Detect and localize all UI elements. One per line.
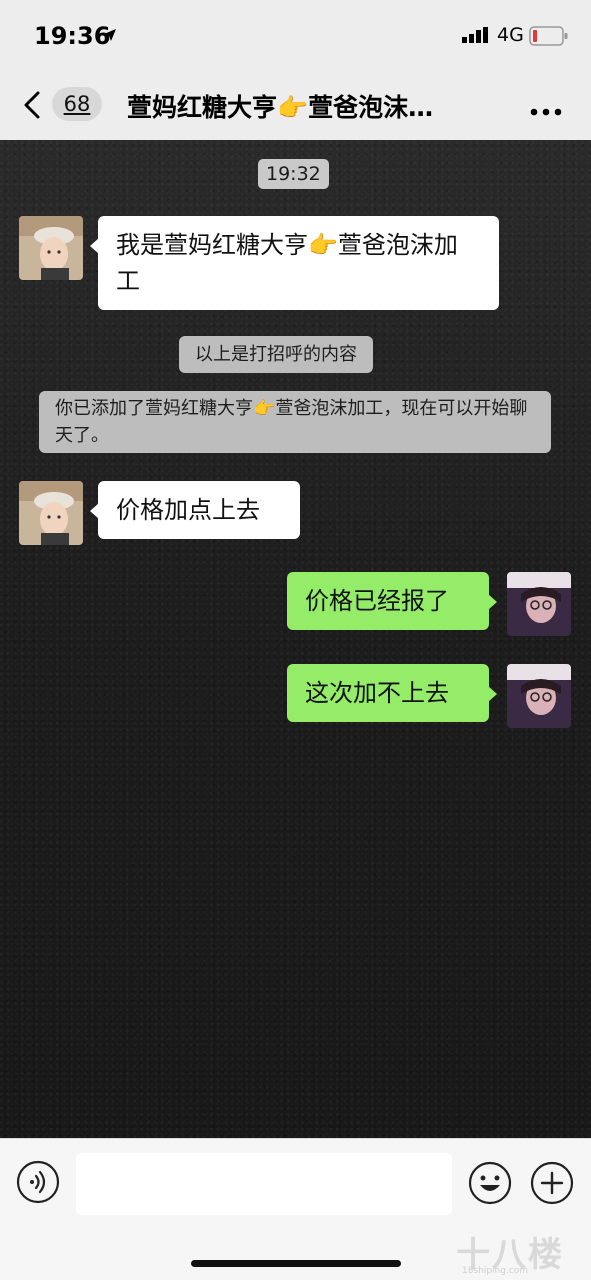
my-avatar[interactable] <box>507 572 571 636</box>
chat-title: 萱妈红糖大亨👉萱爸泡沫… <box>127 93 434 122</box>
system-notice: 以上是打招呼的内容 <box>179 336 373 373</box>
chat-header: 68 萱妈红糖大亨👉萱爸泡沫… <box>0 70 591 140</box>
unread-count-badge[interactable]: 68 <box>52 87 102 121</box>
message-text: 我是萱妈红糖大亨👉萱爸泡沫加工 <box>116 231 458 295</box>
input-bar: 十八楼 18shiping.com <box>0 1138 591 1280</box>
network-type: 4G <box>497 24 524 46</box>
chat-message-area[interactable]: 19:32 我是萱妈红糖大亨👉萱爸泡沫加工 以上是打招呼的内容 你已添加了萱妈红… <box>0 140 591 1138</box>
message-bubble-incoming[interactable]: 我是萱妈红糖大亨👉萱爸泡沫加工 <box>90 216 499 310</box>
message-text: 这次加不上去 <box>305 679 449 707</box>
system-notice: 你已添加了萱妈红糖大亨👉萱爸泡沫加工，现在可以开始聊天了。 <box>39 391 551 453</box>
message-bubble-outgoing[interactable]: 价格已经报了 <box>287 572 497 630</box>
watermark-url: 18shiping.com <box>462 1266 529 1276</box>
home-indicator[interactable] <box>191 1260 401 1267</box>
contact-avatar[interactable] <box>19 481 83 545</box>
contact-avatar[interactable] <box>19 216 83 280</box>
my-avatar[interactable] <box>507 664 571 728</box>
message-input[interactable] <box>76 1153 452 1215</box>
status-time: 19:36 <box>34 22 111 50</box>
plus-icon[interactable] <box>530 1161 574 1209</box>
voice-icon[interactable] <box>16 1160 60 1208</box>
system-notice-text: 以上是打招呼的内容 <box>195 344 357 365</box>
more-dots-icon[interactable] <box>530 101 562 120</box>
location-arrow-icon <box>103 27 117 46</box>
message-bubble-outgoing[interactable]: 这次加不上去 <box>287 664 497 722</box>
battery-icon <box>529 26 569 50</box>
message-timestamp: 19:32 <box>258 159 329 189</box>
emoji-icon[interactable] <box>468 1161 512 1209</box>
back-arrow-icon[interactable] <box>22 90 42 124</box>
message-bubble-incoming[interactable]: 价格加点上去 <box>90 481 300 539</box>
message-text: 价格加点上去 <box>116 496 260 524</box>
status-bar: 19:36 4G <box>0 0 591 70</box>
signal-icon <box>462 27 490 47</box>
message-text: 价格已经报了 <box>305 587 449 615</box>
system-notice-text: 你已添加了萱妈红糖大亨👉萱爸泡沫加工，现在可以开始聊天了。 <box>55 398 528 446</box>
